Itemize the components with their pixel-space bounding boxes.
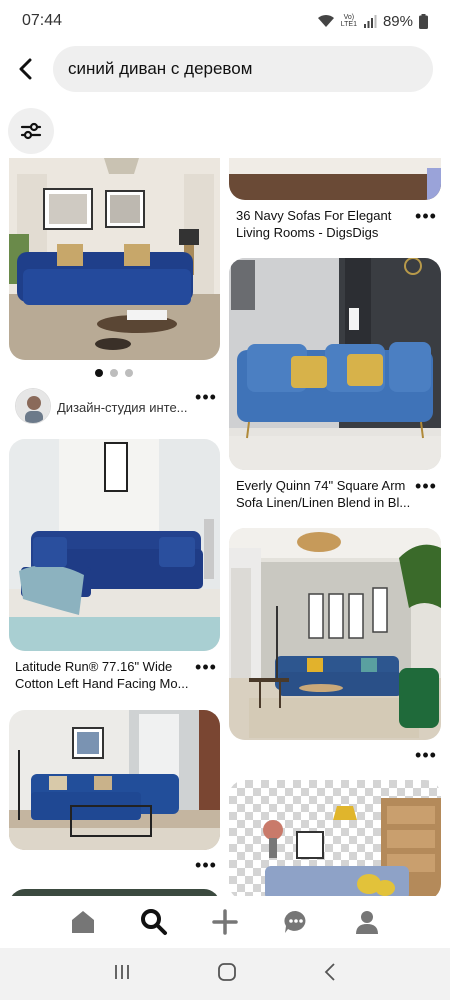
more-options-button[interactable]: ••• [194, 658, 218, 676]
search-icon [141, 909, 168, 935]
sliders-icon [20, 122, 42, 140]
avatar[interactable] [15, 388, 51, 424]
pin-image-tufted-sofa[interactable] [9, 158, 220, 360]
nav-messages[interactable] [276, 902, 316, 942]
pin-image-everly-quinn[interactable] [229, 258, 441, 470]
system-home-button[interactable] [217, 962, 237, 987]
search-header: синий диван с деревом [0, 46, 450, 92]
search-input[interactable]: синий диван с деревом [53, 46, 433, 92]
status-bar: 07:44 Vo) LTE1 89% [0, 0, 450, 42]
more-options-button[interactable]: ••• [414, 746, 438, 764]
status-icons: Vo) LTE1 89% [317, 13, 428, 30]
status-time: 07:44 [22, 12, 63, 29]
pin-title[interactable]: Everly Quinn 74" Square Arm Sofa Linen/L… [236, 477, 410, 511]
filter-button[interactable] [8, 108, 54, 154]
profile-icon [355, 911, 378, 934]
nav-search[interactable] [134, 902, 174, 942]
pin-feed[interactable]: Дизайн-студия инте... ••• Latitude Run® … [0, 158, 450, 896]
pin-title[interactable]: Latitude Run® 77.16" Wide Cotton Left Ha… [15, 658, 188, 692]
nav-profile[interactable] [347, 902, 387, 942]
nav-create[interactable] [205, 902, 245, 942]
more-options-button[interactable]: ••• [414, 207, 438, 225]
creator-name[interactable]: Дизайн-студия инте... [57, 400, 188, 415]
more-options-button[interactable]: ••• [414, 477, 438, 495]
carousel-dots [95, 369, 133, 377]
search-query: синий диван с деревом [68, 59, 253, 78]
bottom-navigation [0, 896, 450, 948]
battery-icon [419, 13, 428, 29]
battery-percent: 89% [382, 12, 413, 30]
home-circle-icon [218, 962, 236, 981]
wifi-icon [317, 14, 334, 27]
chevron-left-icon [19, 58, 32, 80]
carousel-dot [110, 369, 118, 377]
recent-apps-icon [115, 964, 129, 979]
plus-icon [212, 909, 238, 935]
carousel-dot [95, 369, 103, 377]
more-options-button[interactable]: ••• [194, 856, 218, 874]
pin-image-green-chair-room[interactable] [229, 528, 441, 740]
messages-icon [284, 910, 306, 933]
pin-image-blue-sectional[interactable] [9, 710, 220, 850]
system-navigation [0, 948, 450, 1000]
signal-icon [363, 15, 377, 28]
back-icon [324, 962, 335, 981]
pin-image-navy-sofas[interactable] [229, 158, 441, 200]
carousel-dot [125, 369, 133, 377]
pin-image-partial[interactable] [9, 889, 220, 896]
pin-title[interactable]: 36 Navy Sofas For Elegant Living Rooms -… [236, 207, 391, 241]
system-back-button[interactable] [323, 962, 337, 987]
pin-image-latitude-run[interactable] [9, 439, 220, 651]
nav-home[interactable] [63, 902, 103, 942]
home-icon [72, 911, 95, 933]
back-button[interactable] [2, 46, 50, 92]
more-options-button[interactable]: ••• [194, 388, 218, 406]
volte-indicator: Vo) LTE1 [340, 14, 357, 28]
pin-image-transparent-sofa[interactable] [229, 780, 441, 896]
recent-apps-button[interactable] [113, 963, 131, 986]
